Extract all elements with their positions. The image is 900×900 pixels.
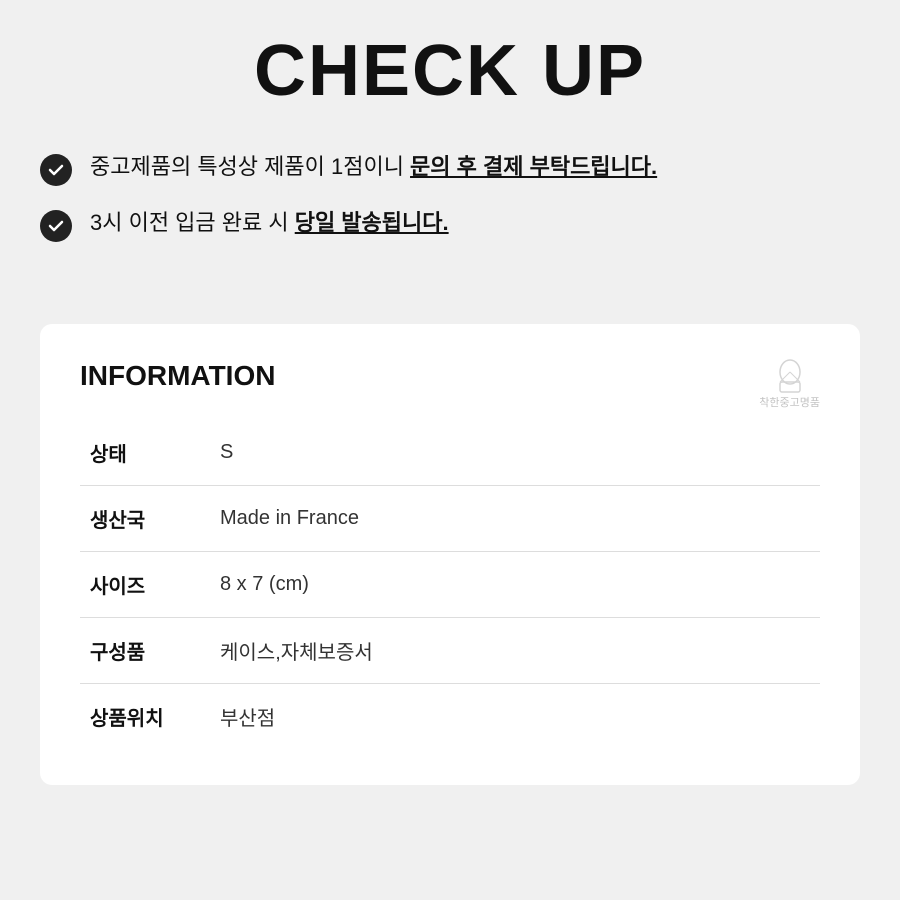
check-text-2-bold: 당일 발송됩니다. bbox=[295, 210, 449, 235]
checkmark-icon-2 bbox=[40, 210, 72, 242]
info-label: 상태 bbox=[80, 420, 200, 486]
table-row: 상품위치부산점 bbox=[80, 684, 820, 750]
table-row: 구성품케이스,자체보증서 bbox=[80, 618, 820, 684]
check-text-1-bold: 문의 후 결제 부탁드립니다. bbox=[410, 154, 657, 179]
top-section: CHECK UP 중고제품의 특성상 제품이 1점이니 문의 후 결제 부탁드립… bbox=[0, 0, 900, 304]
info-value: 케이스,자체보증서 bbox=[200, 618, 820, 684]
watermark: 착한중고명품 bbox=[759, 356, 820, 410]
info-label: 생산국 bbox=[80, 486, 200, 552]
info-value: 부산점 bbox=[200, 684, 820, 750]
watermark-text: 착한중고명품 bbox=[759, 396, 820, 410]
info-label: 구성품 bbox=[80, 618, 200, 684]
page-title: CHECK UP bbox=[40, 30, 860, 112]
table-row: 사이즈8 x 7 (cm) bbox=[80, 552, 820, 618]
check-text-2: 3시 이전 입금 완료 시 당일 발송됩니다. bbox=[90, 208, 860, 239]
check-item-2: 3시 이전 입금 완료 시 당일 발송됩니다. bbox=[40, 208, 860, 242]
table-row: 생산국Made in France bbox=[80, 486, 820, 552]
checkmark-icon-1 bbox=[40, 154, 72, 186]
info-label: 사이즈 bbox=[80, 552, 200, 618]
info-value: S bbox=[200, 420, 820, 486]
info-title: INFORMATION bbox=[80, 360, 820, 392]
info-card: INFORMATION 착한중고명품 상태S생산국Made in France사… bbox=[40, 324, 860, 785]
info-label: 상품위치 bbox=[80, 684, 200, 750]
info-table: 상태S생산국Made in France사이즈8 x 7 (cm)구성품케이스,… bbox=[80, 420, 820, 749]
table-row: 상태S bbox=[80, 420, 820, 486]
check-text-1: 중고제품의 특성상 제품이 1점이니 문의 후 결제 부탁드립니다. bbox=[90, 152, 860, 183]
info-value: Made in France bbox=[200, 486, 820, 552]
check-item-1: 중고제품의 특성상 제품이 1점이니 문의 후 결제 부탁드립니다. bbox=[40, 152, 860, 186]
info-value: 8 x 7 (cm) bbox=[200, 552, 820, 618]
